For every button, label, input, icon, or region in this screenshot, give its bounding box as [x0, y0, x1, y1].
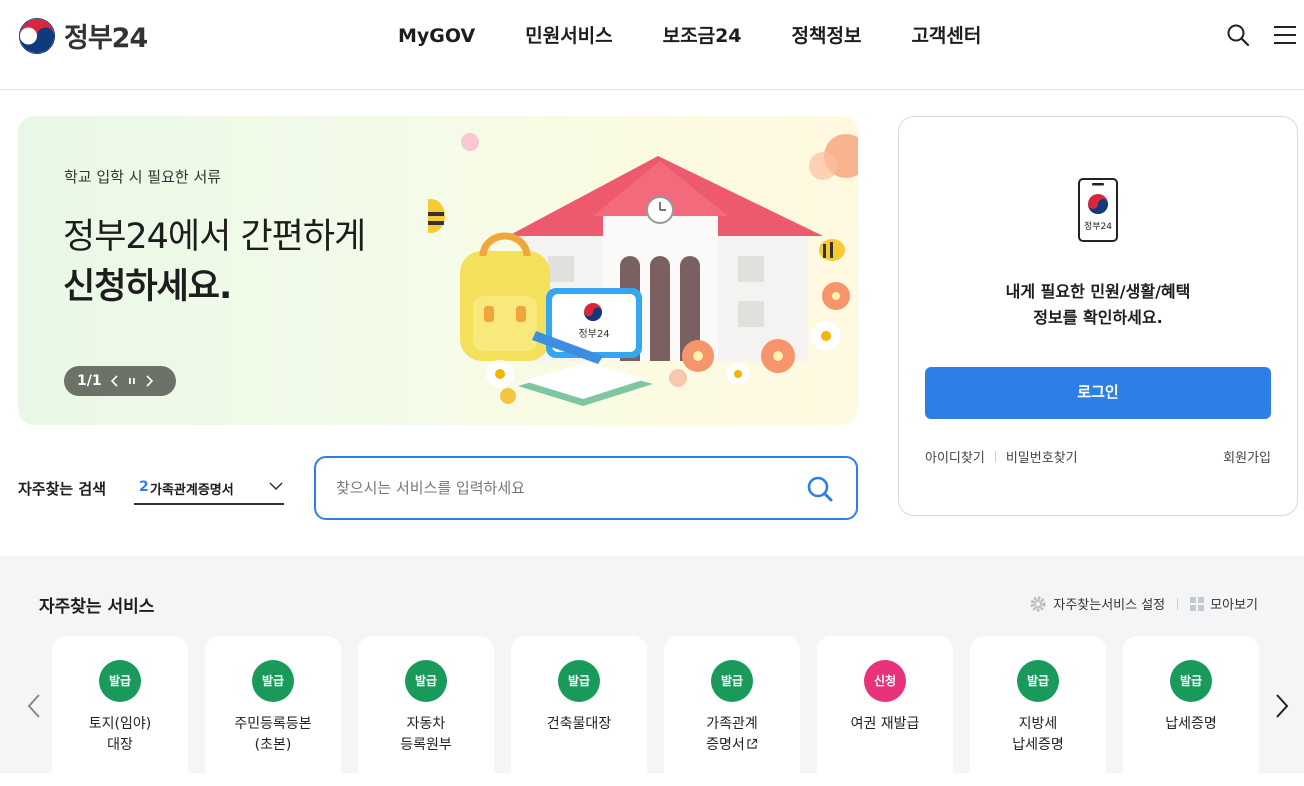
external-link-icon — [747, 738, 757, 749]
tablet-logo-text: 정부24 — [578, 328, 609, 340]
frequent-search-dropdown[interactable]: 2 가족관계증명서 — [134, 470, 284, 505]
find-password-link[interactable]: 비밀번호찾기 — [1006, 447, 1078, 466]
main-nav: MyGOV 민원서비스 보조금24 정책정보 고객센터 — [398, 22, 1031, 50]
nav-policy-info[interactable]: 정책정보 — [792, 22, 862, 50]
chevron-left-icon[interactable] — [24, 691, 44, 721]
issue-badge: 발급 — [1170, 660, 1212, 702]
pager-count: 1/1 — [77, 373, 102, 389]
view-all-label: 모아보기 — [1210, 598, 1258, 613]
service-search-box — [314, 456, 858, 520]
banner-subtitle: 학교 입학 시 필요한 서류 — [64, 168, 222, 186]
service-card-label: 납세증명 — [1165, 716, 1217, 732]
service-search-input[interactable] — [336, 472, 776, 504]
service-card-label: 주민등록등본 (초본) — [234, 716, 312, 753]
apply-badge: 신청 — [864, 660, 906, 702]
view-all-button[interactable]: 모아보기 — [1190, 594, 1258, 613]
nav-customer-center[interactable]: 고객센터 — [911, 22, 981, 50]
service-card-label: 토지(임야) 대장 — [88, 716, 152, 753]
issue-badge: 발급 — [558, 660, 600, 702]
issue-badge: 발급 — [252, 660, 294, 702]
chevron-right-icon[interactable] — [1272, 691, 1292, 721]
next-slide-icon[interactable] — [145, 375, 153, 387]
service-card-tax-certificate[interactable]: 발급 납세증명 — [1123, 636, 1259, 786]
nav-civil-service[interactable]: 민원서비스 — [525, 22, 612, 50]
banner-title-bold: 신청하세요. — [63, 267, 232, 307]
service-card-passport-reissue[interactable]: 신청 여권 재발급 — [817, 636, 953, 786]
banner-pager: 1/1 — [64, 366, 176, 396]
issue-badge: 발급 — [711, 660, 753, 702]
signup-link[interactable]: 회원가입 — [1223, 447, 1271, 466]
service-card-land-register[interactable]: 발급 토지(임야) 대장 — [52, 636, 188, 786]
service-card-local-tax-certificate[interactable]: 발급 지방세 납세증명 — [970, 636, 1106, 786]
service-card-label: 지방세 납세증명 — [1012, 716, 1064, 753]
frequent-search-term: 가족관계증명서 — [150, 483, 234, 498]
services-tools: 자주찾는서비스 설정 모아보기 — [1029, 594, 1258, 613]
services-settings-label: 자주찾는서비스 설정 — [1053, 598, 1166, 613]
grid-icon — [1190, 596, 1205, 611]
nav-mygov[interactable]: MyGOV — [398, 22, 475, 50]
divider — [1177, 597, 1179, 610]
hamburger-menu-icon[interactable] — [1274, 25, 1296, 45]
account-links: 아이디찾기 비밀번호찾기 — [925, 447, 1078, 466]
service-card-label: 건축물대장 — [546, 716, 612, 732]
service-card-list: 발급 토지(임야) 대장 발급 주민등록등본 (초본) 발급 자동차 등록원부 … — [52, 636, 1259, 786]
chevron-down-icon — [269, 482, 283, 491]
site-logo[interactable]: 정부24 — [18, 16, 148, 55]
login-button[interactable]: 로그인 — [925, 367, 1271, 419]
service-card-label: 자동차 등록원부 — [400, 716, 452, 753]
site-header: 정부24 MyGOV 민원서비스 보조금24 정책정보 고객센터 — [0, 0, 1304, 90]
login-panel: 정부24 내게 필요한 민원/생활/혜택 정보를 확인하세요. 로그인 아이디찾… — [898, 116, 1298, 516]
divider — [994, 451, 996, 462]
service-card-vehicle-register[interactable]: 발급 자동차 등록원부 — [358, 636, 494, 786]
pause-icon[interactable] — [128, 375, 136, 387]
frequent-search-label: 자주찾는 검색 — [18, 480, 107, 498]
search-submit-icon[interactable] — [806, 475, 834, 503]
find-id-link[interactable]: 아이디찾기 — [925, 447, 985, 466]
issue-badge: 발급 — [99, 660, 141, 702]
phone-logo-text: 정부24 — [1084, 221, 1112, 232]
banner-title: 정부24에서 간편하게 — [63, 217, 366, 257]
frequent-services-title: 자주찾는 서비스 — [39, 597, 155, 617]
service-card-building-register[interactable]: 발급 건축물대장 — [511, 636, 647, 786]
frequent-services-section: 자주찾는 서비스 자주찾는서비스 설정 모아보기 발급 토지(임야) 대장 발급… — [0, 556, 1304, 786]
search-icon[interactable] — [1226, 23, 1250, 47]
service-card-family-relation[interactable]: 발급 가족관계 증명서 — [664, 636, 800, 786]
prev-slide-icon[interactable] — [110, 375, 119, 387]
gear-icon — [1030, 596, 1046, 611]
services-settings-button[interactable]: 자주찾는서비스 설정 — [1029, 594, 1165, 613]
nav-subsidy24[interactable]: 보조금24 — [663, 22, 742, 50]
login-message: 내게 필요한 민원/생활/혜택 정보를 확인하세요. — [899, 279, 1297, 331]
frequent-search-rank: 2 — [139, 479, 149, 495]
issue-badge: 발급 — [405, 660, 447, 702]
service-card-resident-register[interactable]: 발급 주민등록등본 (초본) — [205, 636, 341, 786]
school-illustration: 정부24 — [428, 133, 858, 406]
service-card-label: 여권 재발급 — [850, 716, 920, 732]
main-banner[interactable]: 학교 입학 시 필요한 서류 정부24에서 간편하게 신청하세요. 1/1 정부… — [18, 116, 858, 425]
login-message-line2: 정보를 확인하세요. — [1033, 308, 1163, 327]
taegeuk-logo-icon — [18, 17, 56, 54]
service-card-label: 가족관계 증명서 — [664, 714, 800, 756]
mobile-gov24-icon: 정부24 — [1078, 178, 1118, 242]
logo-text: 정부24 — [64, 23, 148, 54]
login-message-line1: 내게 필요한 민원/생활/혜택 — [1005, 282, 1191, 301]
issue-badge: 발급 — [1017, 660, 1059, 702]
